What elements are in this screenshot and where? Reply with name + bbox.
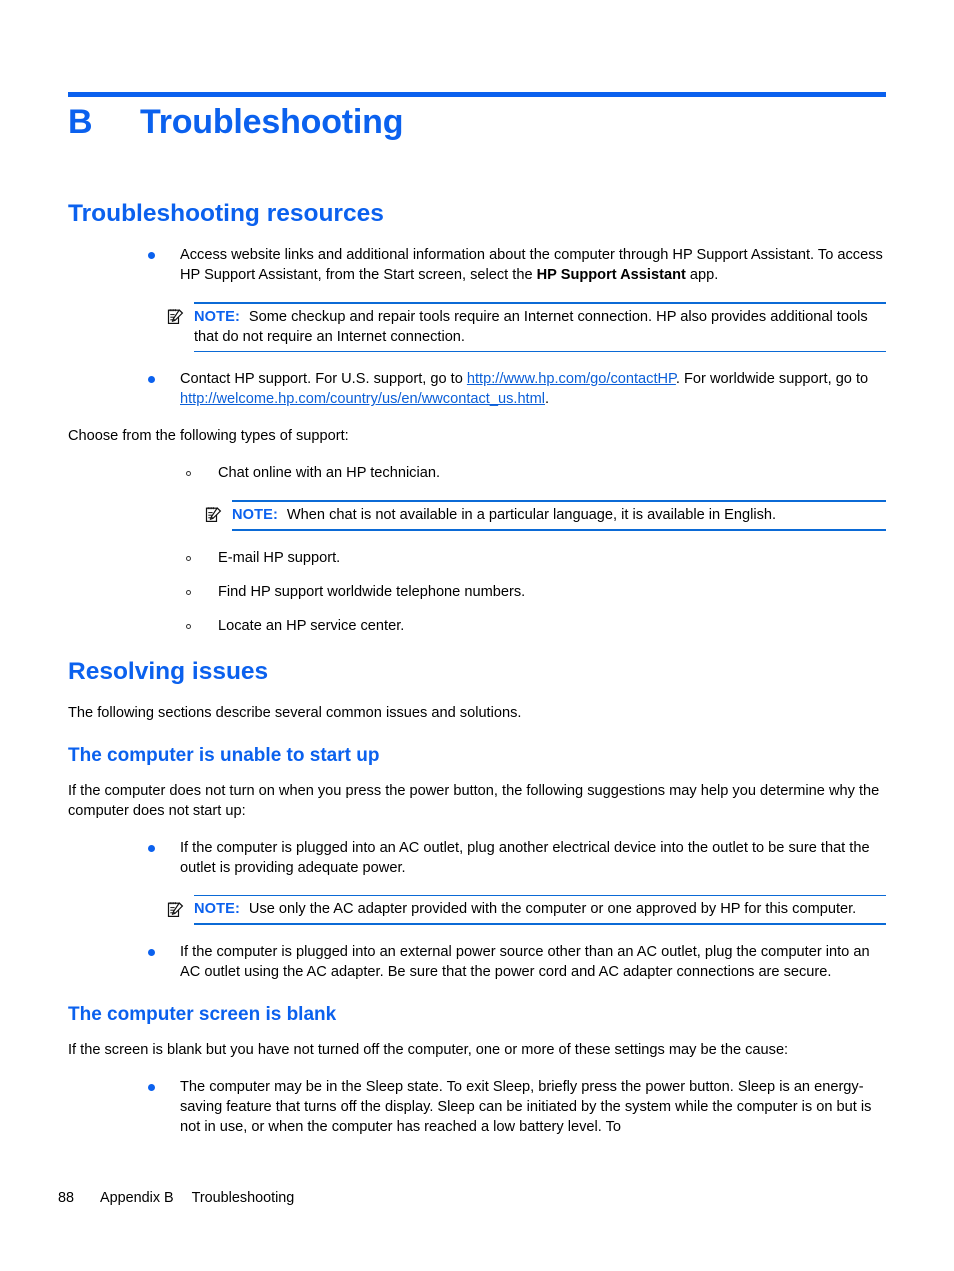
support-types-list-part1: Chat online with an HP technician. (68, 463, 886, 483)
bullet-ring-icon (186, 623, 191, 629)
start-up-intro: If the computer does not turn on when yo… (68, 782, 880, 819)
bullet-dot-icon (148, 948, 155, 956)
list-item: If the computer is plugged into an exter… (68, 942, 886, 982)
note-text: When chat is not available in a particul… (286, 506, 777, 523)
heading-resolving-issues: Resolving issues (68, 657, 269, 685)
note-body: NOTE: When chat is not available in a par… (232, 502, 886, 529)
document-content: Troubleshooting resources Access website… (68, 200, 886, 1137)
start-up-bullet-list-part2: If the computer is plugged into an exter… (68, 942, 886, 982)
list-item: Access website links and additional info… (68, 245, 886, 285)
list-item: Locate an HP service center. (68, 616, 886, 636)
sub-item-label: Find HP support worldwide telephone numb… (218, 583, 526, 600)
list-item: Contact HP support. For U.S. support, go… (68, 369, 886, 409)
note-box: NOTE: When chat is not available in a par… (204, 500, 886, 531)
bullet-dot-icon (148, 376, 155, 384)
list-item: If the computer is plugged into an AC ou… (68, 838, 886, 878)
page-title: B Troubleshooting (68, 103, 888, 142)
list-item: The computer may be in the Sleep state. … (68, 1077, 886, 1137)
bullet-ring-icon (186, 471, 191, 477)
note-label: NOTE: (232, 506, 278, 523)
note-text: Some checkup and repair tools require an… (194, 308, 868, 345)
link-contact-hp[interactable]: http://www.hp.com/go/contactHP (467, 371, 676, 387)
bullet-text: If the computer is plugged into an AC ou… (180, 839, 870, 876)
note-pencil-icon (166, 307, 186, 327)
resources-bullet-list: Access website links and additional info… (68, 245, 886, 285)
heading-computer-unable-to-start-up: The computer is unable to start up (68, 744, 380, 766)
note-body: NOTE: Some checkup and repair tools requi… (194, 304, 886, 351)
note-body: NOTE: Use only the AC adapter provided wi… (194, 896, 886, 923)
chapter-rule (68, 92, 886, 97)
list-item: Find HP support worldwide telephone numb… (68, 582, 886, 602)
sub-item-label: E-mail HP support. (218, 549, 341, 566)
bullet-dot-icon (148, 1083, 155, 1091)
note-text: Use only the AC adapter provided with th… (248, 901, 857, 918)
bullet-text: If the computer is plugged into an exter… (180, 943, 870, 980)
footer-appendix: Appendix B (100, 1190, 174, 1206)
contact-bullet-list: Contact HP support. For U.S. support, go… (68, 369, 886, 409)
heading-troubleshooting-resources: Troubleshooting resources (68, 200, 384, 227)
link-worldwide-contact[interactable]: http://welcome.hp.com/country/us/en/wwco… (180, 391, 545, 407)
footer-page-number: 88 (58, 1190, 75, 1206)
page-footer: 88 Appendix B Troubleshooting (58, 1190, 294, 1206)
note-pencil-icon (204, 505, 224, 525)
list-item: Chat online with an HP technician. (68, 463, 886, 483)
blank-screen-intro: If the screen is blank but you have not … (68, 1041, 789, 1058)
bullet-ring-icon (186, 555, 191, 561)
bullet-text-part2: app. (685, 267, 719, 284)
note-box: NOTE: Use only the AC adapter provided wi… (166, 894, 886, 925)
contact-text-part1: Contact HP support. For U.S. support, go… (180, 371, 467, 388)
document-page: B Troubleshooting Troubleshooting resourc… (0, 0, 954, 1271)
bullet-text: The computer may be in the Sleep state. … (180, 1078, 872, 1135)
sub-item-label: Locate an HP service center. (218, 617, 405, 634)
chapter-letter: B (68, 103, 93, 141)
heading-computer-screen-is-blank: The computer screen is blank (68, 1003, 337, 1025)
choose-support-line: Choose from the following types of suppo… (68, 428, 349, 445)
note-rule-bottom (232, 528, 886, 531)
resolving-issues-intro: The following sections describe several … (68, 704, 522, 721)
start-up-bullet-list-part1: If the computer is plugged into an AC ou… (68, 838, 886, 878)
support-types-list-part2: E-mail HP support. Find HP support world… (68, 548, 886, 636)
chapter-title-text: Troubleshooting (140, 103, 404, 141)
contact-text-part3: . (545, 391, 550, 408)
bullet-dot-icon (148, 844, 155, 852)
contact-text-part2: . For worldwide support, go to (675, 371, 869, 388)
footer-chapter-name: Troubleshooting (191, 1190, 295, 1206)
blank-screen-bullet-list: The computer may be in the Sleep state. … (68, 1077, 886, 1137)
list-item: E-mail HP support. (68, 548, 886, 568)
sub-item-label: Chat online with an HP technician. (218, 465, 441, 482)
bullet-text-bold: HP Support Assistant (536, 267, 686, 284)
bullet-text-part1: Access website links and additional info… (180, 247, 883, 284)
bullet-ring-icon (186, 589, 191, 595)
note-rule-bottom (194, 923, 886, 925)
note-label: NOTE: (194, 901, 240, 918)
note-box: NOTE: Some checkup and repair tools requi… (166, 302, 886, 353)
note-label: NOTE: (194, 308, 240, 325)
note-pencil-icon (166, 900, 186, 920)
bullet-dot-icon (148, 252, 155, 260)
note-rule-bottom (194, 350, 886, 353)
